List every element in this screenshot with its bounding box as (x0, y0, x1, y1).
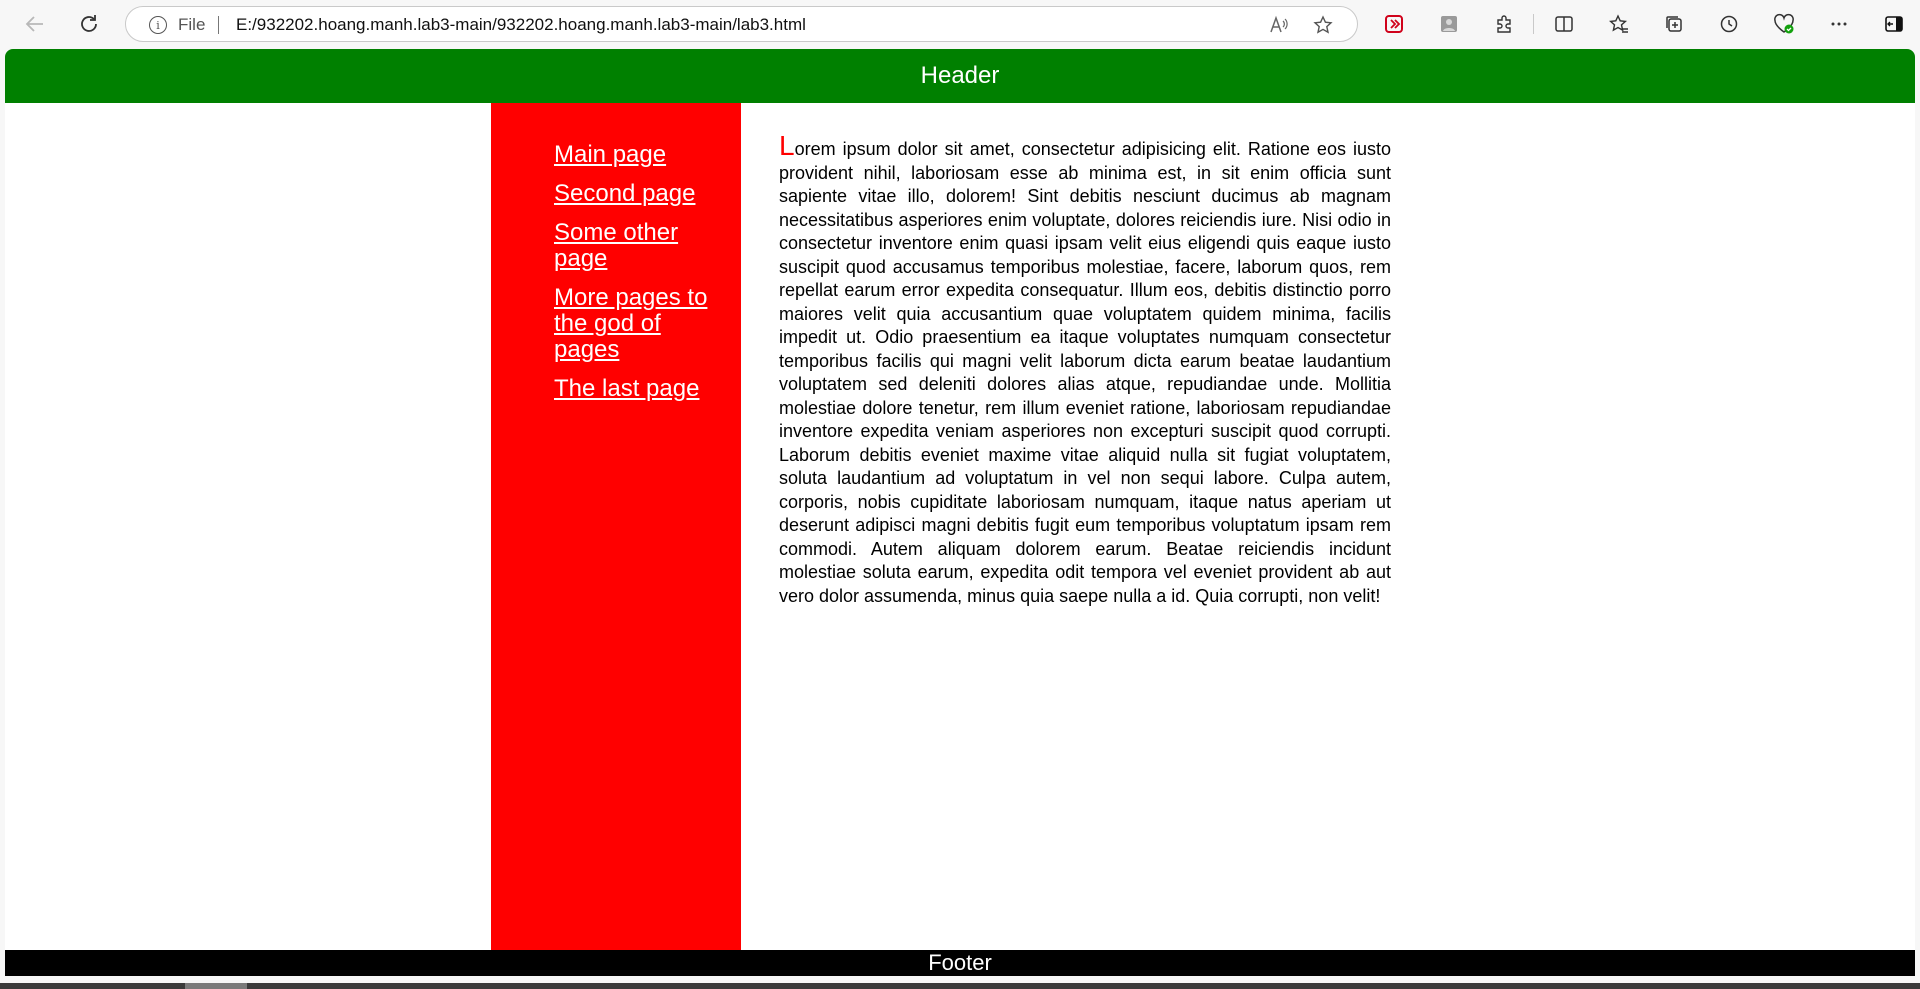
drop-cap: L (779, 130, 795, 161)
browser-essentials-icon[interactable] (1770, 10, 1798, 38)
page-viewport: Header Main page Second page Some other … (5, 49, 1915, 976)
body-text: orem ipsum dolor sit amet, consectetur a… (779, 139, 1391, 606)
nav-link-main-page[interactable]: Main page (554, 142, 721, 168)
toolbar-divider (1533, 14, 1534, 34)
sidebar-toggle-icon[interactable] (1880, 10, 1908, 38)
favorites-icon[interactable] (1605, 10, 1633, 38)
profile-extension-icon[interactable] (1435, 10, 1463, 38)
address-bar[interactable]: i File E:/932202.hoang.manh.lab3-main/93… (125, 6, 1358, 42)
main-content: Lorem ipsum dolor sit amet, consectetur … (779, 132, 1391, 608)
nav-link-last-page[interactable]: The last page (554, 376, 721, 402)
collections-icon[interactable] (1660, 10, 1688, 38)
nav-link-more-pages[interactable]: More pages to the god of pages (554, 285, 721, 363)
arrow-left-icon (25, 16, 43, 32)
history-icon[interactable] (1715, 10, 1743, 38)
refresh-icon (81, 15, 97, 32)
scrollbar-thumb[interactable] (185, 983, 247, 989)
extensions-puzzle-icon[interactable] (1490, 10, 1518, 38)
read-aloud-icon[interactable] (1266, 12, 1292, 38)
browser-toolbar: i File E:/932202.hoang.manh.lab3-main/93… (0, 0, 1920, 48)
refresh-button[interactable] (73, 8, 105, 40)
back-button[interactable] (19, 8, 51, 40)
split-screen-icon[interactable] (1550, 10, 1578, 38)
info-icon[interactable]: i (149, 16, 167, 34)
more-menu-icon[interactable] (1825, 10, 1853, 38)
star-icon[interactable] (1310, 12, 1336, 38)
url-text[interactable]: E:/932202.hoang.manh.lab3-main/932202.ho… (236, 15, 806, 35)
horizontal-scrollbar[interactable] (0, 976, 1920, 989)
page-header: Header (5, 49, 1915, 103)
nav-link-second-page[interactable]: Second page (554, 181, 721, 207)
nav-link-some-other-page[interactable]: Some other page (554, 220, 721, 272)
scrollbar-track (0, 983, 1920, 989)
sidebar-nav: Main page Second page Some other page Mo… (491, 103, 741, 950)
address-divider (218, 16, 219, 34)
scheme-label: File (178, 15, 206, 34)
extension-red-icon[interactable] (1380, 10, 1408, 38)
page-footer: Footer (5, 950, 1915, 976)
